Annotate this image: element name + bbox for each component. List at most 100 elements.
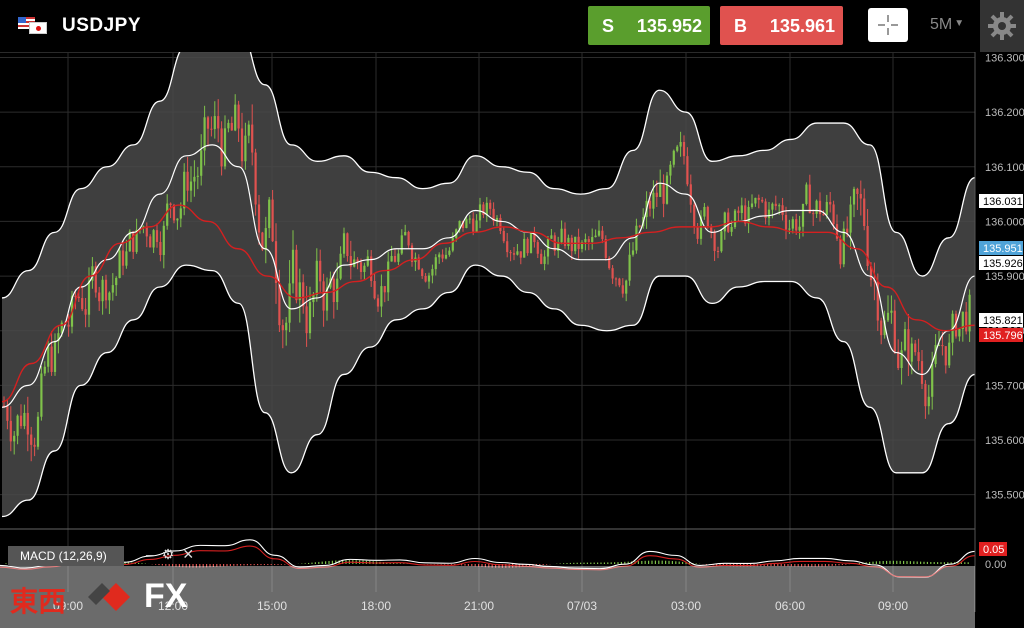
price-tag-label: 135.951 [983, 243, 1023, 255]
candle-body [427, 275, 431, 282]
candle-body [842, 228, 845, 265]
candle-body [125, 251, 128, 266]
candle-body [628, 254, 631, 281]
candle-body [604, 239, 607, 258]
candle-body [397, 253, 400, 262]
candle-body [815, 200, 818, 214]
candle-body [832, 204, 835, 225]
candle-body [43, 366, 46, 374]
candle-body [237, 104, 240, 129]
close-icon[interactable]: ✕ [182, 546, 194, 562]
candle-body [635, 225, 638, 251]
candle-body [676, 146, 679, 151]
candle-body [689, 184, 692, 205]
candle-body [788, 228, 791, 230]
candle-body [159, 241, 162, 256]
candle-body [162, 225, 165, 256]
candle-body [6, 406, 9, 421]
candle-body [931, 364, 934, 397]
candle-body [87, 280, 91, 315]
candle-body [244, 135, 247, 162]
usd-jpy-flags-icon [18, 17, 48, 35]
candle-body [621, 285, 624, 294]
bollinger-band-fill [2, 52, 975, 517]
candle-body [631, 250, 635, 255]
price-chart[interactable]: 136.300 136.200 136.100 136.000 135.900 135.8… [0, 52, 1024, 628]
price-tick: 135.600 [985, 435, 1024, 447]
candle-body [839, 238, 842, 265]
candle-body [519, 251, 522, 258]
indicator-hide-icon[interactable]: – [146, 546, 154, 562]
candle-body [74, 295, 77, 297]
candle-body [376, 298, 380, 307]
candle-body [247, 124, 250, 136]
candle-body [805, 184, 808, 204]
candle-body [213, 116, 216, 130]
candle-body [774, 203, 777, 207]
candle-body [614, 278, 618, 280]
candle-body [155, 230, 159, 242]
price-tag-label: 135.796 [983, 330, 1023, 342]
price-tag-label: 135.926 [983, 258, 1023, 270]
candle-body [662, 183, 665, 204]
candle-body [468, 218, 471, 220]
candle-body [121, 250, 125, 266]
candle-body [264, 228, 267, 250]
candle-body [825, 201, 828, 216]
candle-body [597, 230, 601, 236]
candle-body [271, 199, 274, 242]
candle-body [172, 204, 176, 221]
buy-label: B [734, 16, 747, 36]
candle-body [186, 171, 189, 191]
candle-body [315, 260, 318, 295]
candle-body [560, 228, 563, 243]
candle-body [81, 298, 84, 310]
candle-body [438, 254, 441, 258]
gear-icon[interactable]: ⚙ [162, 546, 175, 562]
candle-body [98, 292, 101, 302]
price-tick: 135.500 [985, 490, 1024, 502]
candle-body [781, 205, 784, 215]
candle-body [118, 250, 121, 278]
candle-body [693, 204, 696, 227]
price-tick: 136.100 [985, 162, 1024, 174]
candle-body [914, 343, 917, 353]
candle-body [897, 351, 900, 369]
symbol-title[interactable]: USDJPY [62, 15, 141, 37]
candle-body [856, 188, 859, 194]
candle-body [390, 255, 393, 262]
buy-button[interactable]: B 135.961 [720, 6, 843, 45]
macd-indicator-label[interactable]: MACD (12,26,9) [8, 546, 124, 566]
candle-body [489, 202, 492, 209]
candle-body [101, 279, 104, 302]
candle-body [77, 296, 80, 299]
candle-body [910, 343, 913, 362]
candle-body [965, 311, 968, 332]
sell-button[interactable]: S 135.952 [588, 6, 710, 45]
candle-body [730, 227, 733, 232]
candle-body [9, 420, 12, 442]
chevron-down-icon: ▼ [954, 18, 965, 29]
candle-body [257, 204, 261, 233]
candle-body [890, 310, 893, 313]
candle-body [26, 412, 29, 435]
timeframe-selector[interactable]: 5M ▼ [930, 16, 964, 34]
candle-body [733, 210, 737, 228]
sell-label: S [602, 16, 615, 36]
candle-body [227, 122, 230, 129]
candle-body [217, 116, 220, 129]
japan-flag-icon [29, 22, 47, 34]
settings-button[interactable] [980, 0, 1024, 52]
candle-body [591, 237, 594, 242]
candle-body [795, 219, 798, 231]
candle-body [499, 217, 502, 231]
candle-body [625, 280, 628, 294]
crosshair-button[interactable] [868, 8, 908, 42]
candle-body [686, 156, 689, 185]
candle-body [506, 241, 509, 253]
candle-body [189, 181, 193, 191]
candle-body [111, 285, 114, 293]
candle-body [149, 236, 152, 248]
candle-body [526, 238, 529, 254]
candle-body [638, 225, 641, 227]
